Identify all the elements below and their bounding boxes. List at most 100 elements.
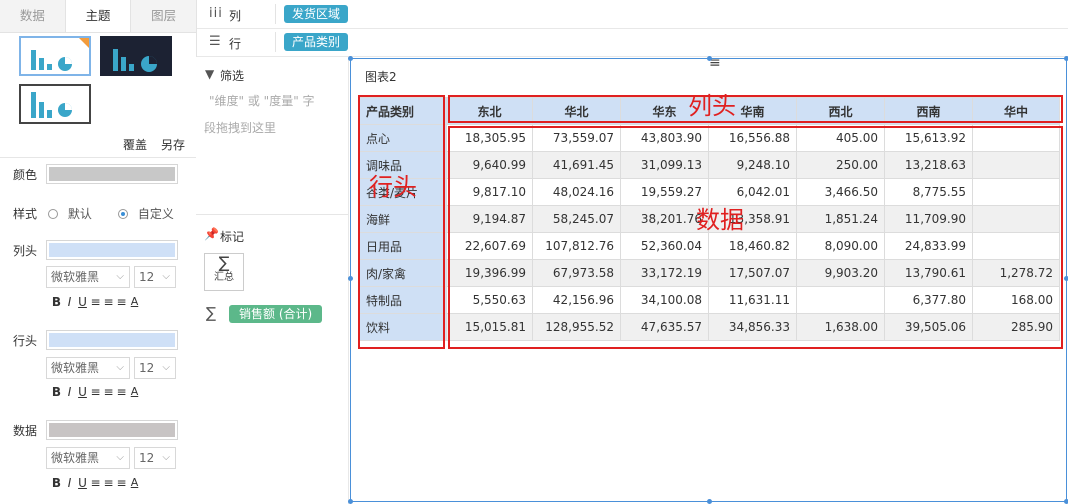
data-cell: 1,638.00	[796, 313, 885, 341]
data-color[interactable]	[46, 420, 178, 440]
column-header-size-select[interactable]: 12 ⌵	[134, 266, 176, 288]
align-right-icon[interactable]: ≡	[115, 385, 128, 399]
data-cell: 43,803.90	[620, 124, 709, 152]
data-cell: 9,903.20	[796, 259, 885, 287]
row-header-cell: 肉/家禽	[359, 259, 447, 287]
bold-icon[interactable]: B	[50, 295, 63, 309]
style-default-option[interactable]: 默认	[48, 205, 92, 222]
data-cell: 11,631.11	[708, 286, 797, 314]
column-field-pill[interactable]: 发货区域	[284, 5, 349, 23]
style-custom-label: 自定义	[137, 207, 174, 221]
summary-button[interactable]: ∑ 汇总	[204, 253, 244, 291]
italic-icon[interactable]: I	[63, 476, 76, 490]
filter-hint-2: 段拖拽到这里	[204, 121, 277, 135]
data-cell: 107,812.76	[532, 232, 621, 260]
resize-handle[interactable]	[707, 499, 712, 504]
data-cell: 34,100.08	[620, 286, 709, 314]
resize-handle[interactable]	[348, 276, 353, 281]
data-cell: 73,559.07	[532, 124, 621, 152]
align-left-icon[interactable]: ≡	[89, 385, 102, 399]
row-header-font-select[interactable]: 微软雅黑 ⌵	[46, 357, 130, 379]
chevron-down-icon: ⌵	[162, 452, 170, 463]
chevron-down-icon: ⌵	[116, 362, 124, 373]
data-size-select[interactable]: 12 ⌵	[134, 447, 176, 469]
summary-label: 汇总	[214, 272, 234, 283]
radio-icon	[48, 209, 58, 219]
align-left-icon[interactable]: ≡	[89, 295, 102, 309]
divider	[275, 32, 276, 52]
columns-icon: iii	[209, 6, 223, 21]
column-header-annotation: 列头	[688, 92, 736, 120]
data-cell: 13,790.61	[884, 259, 973, 287]
font-color-icon[interactable]: A	[128, 385, 141, 399]
theme-light[interactable]	[19, 36, 91, 76]
column-header-color[interactable]	[46, 240, 178, 260]
bold-icon[interactable]: B	[50, 385, 63, 399]
row-header-cell: 饮料	[359, 313, 447, 341]
theme-outline[interactable]	[19, 84, 91, 124]
data-annotation: 数据	[696, 206, 744, 234]
table-row: 谷类/麦片 9,817.10 48,024.16 19,559.27 6,042.01 3…	[359, 178, 1060, 206]
color-label: 颜色	[13, 168, 38, 182]
tab-theme[interactable]: 主题	[64, 0, 132, 32]
cover-button[interactable]: 覆盖	[123, 136, 147, 153]
align-center-icon[interactable]: ≡	[102, 476, 115, 490]
font-value: 微软雅黑	[51, 451, 100, 465]
row-header-size-select[interactable]: 12 ⌵	[134, 357, 176, 379]
data-cell: 5,550.63	[446, 286, 533, 314]
resize-handle[interactable]	[348, 56, 353, 61]
align-right-icon[interactable]: ≡	[115, 476, 128, 490]
bold-icon[interactable]: B	[50, 476, 63, 490]
data-cell	[972, 205, 1060, 233]
data-cell: 22,607.69	[446, 232, 533, 260]
row-field-pill[interactable]: 产品类别	[284, 33, 349, 51]
resize-handle[interactable]	[1064, 276, 1068, 281]
resize-handle[interactable]	[707, 56, 712, 61]
align-center-icon[interactable]: ≡	[102, 385, 115, 399]
measure-pill[interactable]: 销售额 (合计)	[229, 305, 323, 323]
resize-handle[interactable]	[348, 499, 353, 504]
italic-icon[interactable]: I	[63, 295, 76, 309]
bar-pie-chart-icon	[31, 92, 72, 118]
font-value: 微软雅黑	[51, 270, 100, 284]
data-cell: 52,360.04	[620, 232, 709, 260]
save-as-button[interactable]: 另存	[161, 136, 185, 153]
font-color-icon[interactable]: A	[128, 295, 141, 309]
row-header-cell: 点心	[359, 124, 447, 152]
sigma-icon: ∑	[206, 304, 217, 322]
align-left-icon[interactable]: ≡	[89, 476, 102, 490]
data-font-select[interactable]: 微软雅黑 ⌵	[46, 447, 130, 469]
table-row: 特制品 5,550.63 42,156.96 34,100.08 11,631.11 6,…	[359, 286, 1060, 314]
chart-canvas[interactable]: ≡ 图表2 产品类别 东北 华北 华东 华南 西北 西南 华中 点心 18,305.95 73,…	[348, 55, 1068, 504]
underline-icon[interactable]: U	[76, 385, 89, 399]
align-center-icon[interactable]: ≡	[102, 295, 115, 309]
theme-dark[interactable]	[100, 36, 172, 76]
column-header-font-select[interactable]: 微软雅黑 ⌵	[46, 266, 130, 288]
data-cell	[796, 286, 885, 314]
underline-icon[interactable]: U	[76, 476, 89, 490]
divider	[275, 4, 276, 24]
data-cell: 13,218.63	[884, 151, 973, 179]
resize-handle[interactable]	[1064, 499, 1068, 504]
data-cell: 19,396.99	[446, 259, 533, 287]
column-shelf-label: 列	[229, 9, 242, 23]
color-picker[interactable]	[46, 164, 178, 184]
tab-data[interactable]: 数据	[0, 0, 65, 32]
underline-icon[interactable]: U	[76, 295, 89, 309]
row-header-cell: 日用品	[359, 232, 447, 260]
data-cell: 58,245.07	[532, 205, 621, 233]
italic-icon[interactable]: I	[63, 385, 76, 399]
row-header-cell: 特制品	[359, 286, 447, 314]
resize-handle[interactable]	[1064, 56, 1068, 61]
font-color-icon[interactable]: A	[128, 476, 141, 490]
tab-layer[interactable]: 图层	[131, 0, 196, 32]
data-format-toolbar: B I U ≡ ≡ ≡ A	[50, 476, 141, 490]
data-cell: 24,833.99	[884, 232, 973, 260]
chevron-down-icon: ⌵	[116, 452, 124, 463]
row-header-color[interactable]	[46, 330, 178, 350]
chevron-down-icon: ⌵	[162, 362, 170, 373]
data-cell: 1,278.72	[972, 259, 1060, 287]
style-custom-option[interactable]: 自定义	[118, 205, 174, 222]
divider	[196, 214, 348, 215]
align-right-icon[interactable]: ≡	[115, 295, 128, 309]
